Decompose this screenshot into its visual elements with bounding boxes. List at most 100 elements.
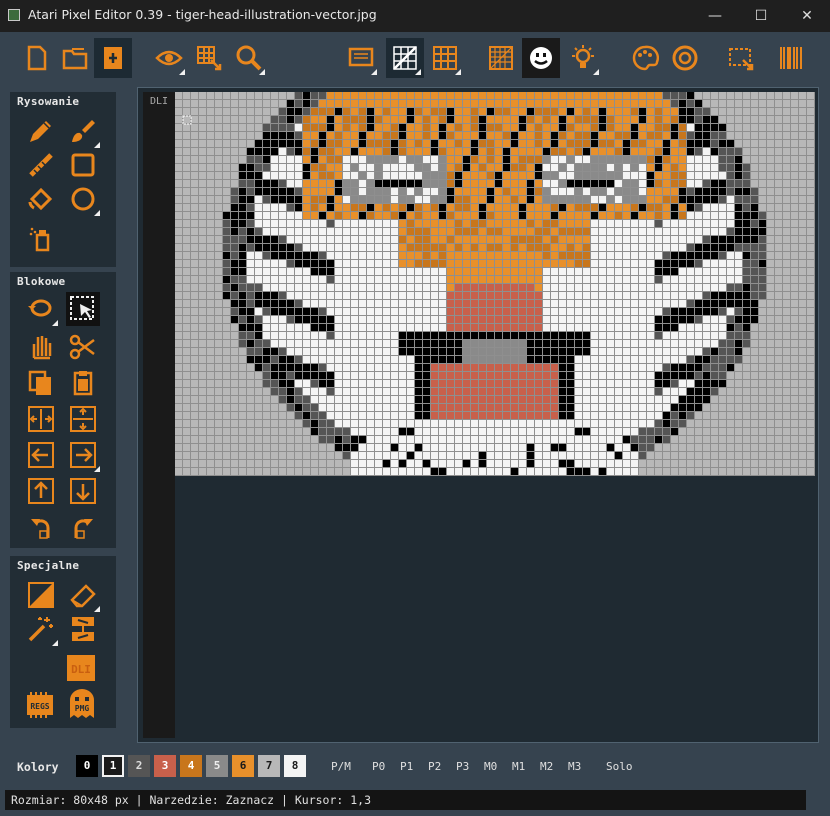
zoom-button[interactable] xyxy=(230,38,268,78)
shift-left-button[interactable] xyxy=(24,438,58,472)
highlight-button[interactable] xyxy=(564,38,602,78)
pixel-canvas[interactable] xyxy=(175,92,815,478)
dli-tool-button[interactable]: DLI xyxy=(64,652,98,684)
regs-button[interactable]: REGS xyxy=(22,688,58,722)
fill-bucket-icon xyxy=(28,187,53,211)
grid-select-button[interactable] xyxy=(190,38,228,78)
color-swatch-5[interactable]: 5 xyxy=(206,755,228,777)
save-file-button[interactable] xyxy=(94,38,132,78)
preview-button[interactable] xyxy=(150,38,188,78)
flip-vertical-button[interactable] xyxy=(66,402,100,436)
spray-can-icon xyxy=(29,227,50,252)
barcode-icon xyxy=(780,47,802,69)
title-bar: Atari Pixel Editor 0.39 - tiger-head-ill… xyxy=(0,0,830,32)
open-file-button[interactable] xyxy=(56,38,94,78)
player-toggle-pm[interactable]: P/M xyxy=(331,760,351,773)
rotate-left-button[interactable] xyxy=(24,510,58,544)
color-swatch-4[interactable]: 4 xyxy=(180,755,202,777)
pattern-icon xyxy=(489,46,513,70)
ellipse-tool-button[interactable] xyxy=(66,182,100,216)
hand-tool-button[interactable] xyxy=(24,330,58,364)
color-swatch-3[interactable]: 3 xyxy=(154,755,176,777)
select-tool-button[interactable] xyxy=(66,292,100,326)
chip-icon: REGS xyxy=(27,692,53,718)
resize-icon xyxy=(729,48,754,71)
rectangle-icon xyxy=(71,153,95,177)
color-swatch-2[interactable]: 2 xyxy=(128,755,150,777)
color-swap-icon xyxy=(72,617,94,641)
rectangle-tool-button[interactable] xyxy=(66,148,100,182)
shift-right-button[interactable] xyxy=(66,438,100,472)
svg-text:REGS: REGS xyxy=(30,702,49,711)
line-icon xyxy=(29,153,53,177)
display-button[interactable] xyxy=(342,38,380,78)
help-button[interactable] xyxy=(666,38,704,78)
magic-wand-button[interactable] xyxy=(24,612,58,646)
resize-button[interactable] xyxy=(722,38,760,78)
colors-label: Kolory xyxy=(17,760,59,774)
selection-cursor-icon xyxy=(70,296,94,320)
grid-diagonal-button[interactable] xyxy=(386,38,424,78)
player-toggle-m2[interactable]: M2 xyxy=(540,760,553,773)
status-text: Rozmiar: 80x48 px | Narzedzie: Zaznacz |… xyxy=(11,793,372,807)
brush-tool-button[interactable] xyxy=(66,114,100,148)
dli-column-label: DLI xyxy=(150,96,169,107)
block-mode-button[interactable] xyxy=(24,292,58,326)
dropdown-corner xyxy=(415,69,421,75)
rotate-right-button[interactable] xyxy=(66,510,100,544)
palette-icon xyxy=(632,45,659,71)
eye-icon xyxy=(155,50,183,66)
copy-tool-button[interactable] xyxy=(24,366,58,400)
color-swatch-0[interactable]: 0 xyxy=(76,755,98,777)
flip-vertical-icon xyxy=(70,406,96,432)
minimize-button[interactable]: — xyxy=(692,0,738,32)
player-toggle-m0[interactable]: M0 xyxy=(484,760,497,773)
color-swatch-7[interactable]: 7 xyxy=(258,755,280,777)
maximize-button[interactable]: ☐ xyxy=(738,0,784,32)
color-swatch-6[interactable]: 6 xyxy=(232,755,254,777)
pencil-tool-button[interactable] xyxy=(24,114,58,148)
new-file-button[interactable] xyxy=(18,38,56,78)
shift-up-button[interactable] xyxy=(24,474,58,508)
drawing-panel-title: Rysowanie xyxy=(17,95,80,108)
pmg-button[interactable]: PMG xyxy=(64,686,100,722)
replace-color-button[interactable] xyxy=(66,612,100,646)
cut-tool-button[interactable] xyxy=(66,330,100,364)
player-toggle-p2[interactable]: P2 xyxy=(428,760,441,773)
close-button[interactable]: ✕ xyxy=(784,0,830,32)
player-toggle-p1[interactable]: P1 xyxy=(400,760,413,773)
color-swatch-8[interactable]: 8 xyxy=(284,755,306,777)
spray-tool-button[interactable] xyxy=(24,222,58,256)
scissors-icon xyxy=(69,334,95,360)
color-swatch-1[interactable]: 1 xyxy=(102,755,124,777)
dli-column[interactable]: DLI xyxy=(143,92,175,738)
dropdown-corner xyxy=(52,640,58,646)
shift-down-button[interactable] xyxy=(66,474,100,508)
invert-tool-button[interactable] xyxy=(24,578,58,612)
arrow-up-icon xyxy=(28,478,54,504)
clipboard-icon xyxy=(73,371,93,396)
grid-icon xyxy=(433,46,457,70)
player-toggle-m3[interactable]: M3 xyxy=(568,760,581,773)
palette-button[interactable] xyxy=(626,38,664,78)
paste-tool-button[interactable] xyxy=(66,366,100,400)
grid-toggle-button[interactable] xyxy=(426,38,464,78)
player-toggle-solo[interactable]: Solo xyxy=(606,760,633,773)
fill-tool-button[interactable] xyxy=(24,182,58,216)
dropdown-corner xyxy=(52,320,58,326)
hand-icon xyxy=(32,336,52,360)
color-bar: Kolory 012345678 P/M P0 P1 P2 P3 M0 M1 M2 M3 Solo xyxy=(0,752,830,782)
line-tool-button[interactable] xyxy=(24,148,58,182)
player-toggle-p3[interactable]: P3 xyxy=(456,760,469,773)
smiley-button[interactable] xyxy=(522,38,560,78)
eraser-tool-button[interactable] xyxy=(66,578,100,612)
block-panel-title: Blokowe xyxy=(17,275,66,288)
app-icon xyxy=(8,9,20,21)
pattern-button[interactable] xyxy=(482,38,520,78)
barcode-button[interactable] xyxy=(772,38,810,78)
player-toggle-m1[interactable]: M1 xyxy=(512,760,525,773)
block-panel: Blokowe xyxy=(10,272,116,548)
player-toggle-p0[interactable]: P0 xyxy=(372,760,385,773)
drawing-panel: Rysowanie xyxy=(10,92,116,267)
flip-horizontal-button[interactable] xyxy=(24,402,58,436)
